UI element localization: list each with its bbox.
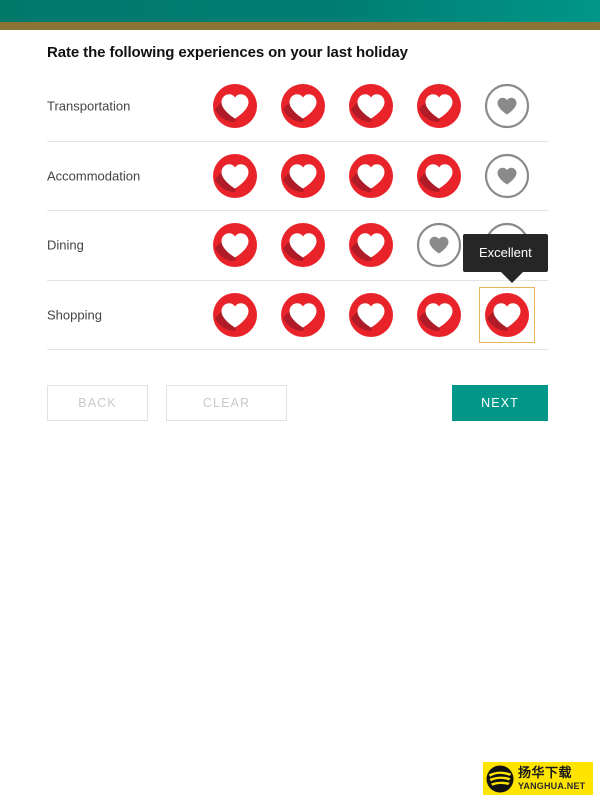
rating-heart-selected-icon[interactable] [207, 148, 263, 204]
rating-heart-selected-icon[interactable] [207, 217, 263, 273]
site-watermark: 扬华下载 YANGHUA.NET [483, 762, 593, 795]
rating-heart-selected-icon[interactable] [343, 148, 399, 204]
rating-tooltip: Excellent [463, 234, 548, 283]
tiger-logo-icon [486, 765, 514, 792]
rating-heart-selected-icon[interactable] [343, 78, 399, 134]
rating-heart-selected-icon[interactable] [275, 287, 331, 343]
page-title: Rate the following experiences on your l… [47, 44, 408, 61]
rating-row: Shopping [47, 281, 548, 350]
rating-row: Accommodation [47, 142, 548, 211]
next-button[interactable]: NEXT [452, 385, 548, 421]
rating-tooltip-label: Excellent [463, 234, 548, 272]
rating-heart-selected-icon[interactable] [275, 148, 331, 204]
rating-heart-selected-icon[interactable] [411, 78, 467, 134]
rating-row-label: Shopping [47, 307, 102, 323]
rating-items [207, 72, 535, 141]
rating-heart-selected-icon[interactable] [275, 217, 331, 273]
rating-heart-selected-icon[interactable] [207, 287, 263, 343]
action-bar: BACK CLEAR NEXT [47, 385, 548, 421]
watermark-title-en: YANGHUA.NET [518, 780, 586, 791]
survey-card: Rate the following experiences on your l… [0, 30, 600, 800]
rating-row-label: Accommodation [47, 168, 141, 184]
app-header-bar [0, 0, 600, 22]
clear-button[interactable]: CLEAR [166, 385, 287, 421]
app-accent-stripe [0, 22, 600, 30]
rating-row: Transportation [47, 72, 548, 142]
rating-heart-selected-icon[interactable] [479, 286, 535, 343]
rating-heart-selected-icon[interactable] [275, 78, 331, 134]
rating-items [207, 281, 535, 350]
rating-heart-selected-icon[interactable] [207, 78, 263, 134]
rating-tooltip-arrow [501, 272, 523, 283]
watermark-title-cn: 扬华下载 [518, 765, 573, 781]
rating-heart-empty-icon[interactable] [479, 78, 535, 134]
rating-heart-empty-icon[interactable] [479, 148, 535, 204]
rating-rows-list: Transportation Accommodation Dining Shoppin… [47, 72, 548, 350]
rating-row-label: Transportation [47, 98, 131, 114]
rating-heart-selected-icon[interactable] [343, 287, 399, 343]
rating-row-label: Dining [47, 237, 84, 253]
rating-heart-selected-icon[interactable] [411, 287, 467, 343]
rating-items [207, 142, 535, 211]
rating-heart-empty-icon[interactable] [411, 217, 467, 273]
watermark-text: 扬华下载 YANGHUA.NET [518, 767, 585, 791]
back-button[interactable]: BACK [47, 385, 148, 421]
rating-heart-selected-icon[interactable] [343, 217, 399, 273]
rating-heart-selected-icon[interactable] [411, 148, 467, 204]
